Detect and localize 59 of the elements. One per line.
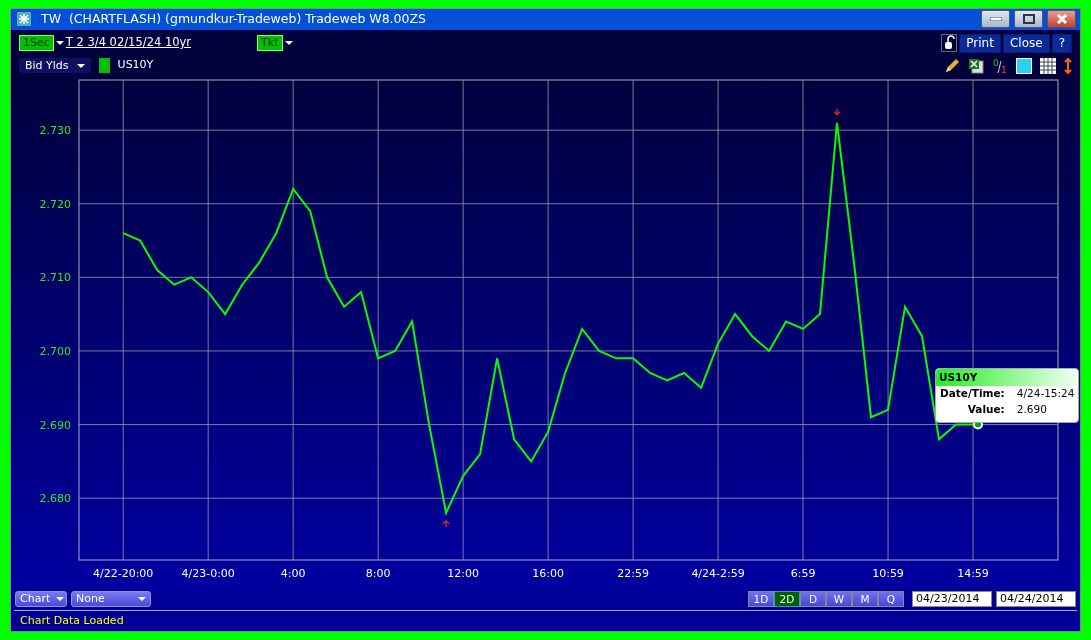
maximize-button[interactable]: [1014, 10, 1043, 29]
instrument-link[interactable]: T 2 3/4 02/15/24 10yr: [65, 34, 192, 52]
x-axis-label: 12:00: [447, 566, 479, 580]
square-icon[interactable]: [1016, 57, 1032, 74]
overlay-dropdown[interactable]: None: [71, 590, 151, 607]
range-button[interactable]: W: [826, 590, 852, 607]
maximize-icon: [1022, 14, 1035, 25]
interval-button[interactable]: 1Sec: [19, 35, 54, 52]
series-type-dropdown[interactable]: Bid Ylds: [19, 58, 91, 74]
minimize-button[interactable]: [981, 10, 1010, 29]
x-axis-label: 4/23-0:00: [181, 566, 235, 580]
range-button[interactable]: 2D: [774, 590, 800, 607]
y-axis-label: 2.690: [39, 418, 71, 432]
window-title: TW (CHARTFLASH) (gmundkur-Tradeweb) Tradeweb W8.00ZS: [41, 9, 427, 28]
x-axis-label: 10:59: [872, 566, 904, 580]
minimize-icon: [989, 17, 1002, 22]
x-axis-label: 22:59: [617, 566, 649, 580]
start-date-field[interactable]: 04/23/2014: [912, 590, 992, 607]
toolbar-button[interactable]: Close: [1002, 33, 1050, 53]
tooltip-value: 2.690: [1016, 402, 1048, 417]
y-axis-label: 2.680: [39, 491, 71, 505]
pencil-icon[interactable]: [944, 57, 960, 74]
x-axis-label: 8:00: [365, 566, 391, 580]
y-axis-label: 2.710: [39, 270, 71, 284]
dropdown-icon[interactable]: [55, 41, 64, 46]
x-axis-label: 16:00: [532, 566, 564, 580]
vertical-arrows-icon[interactable]: [1064, 57, 1072, 74]
close-button[interactable]: [1047, 10, 1076, 29]
x-axis-label: 4/24-2:59: [691, 566, 745, 580]
x-axis-label: 6:59: [790, 566, 816, 580]
x-axis-label: 4/22-20:00: [93, 566, 154, 580]
grid-icon[interactable]: [1040, 57, 1056, 74]
range-button[interactable]: Q: [878, 590, 904, 607]
dropdown-icon[interactable]: [284, 41, 293, 46]
y-axis-label: 2.700: [39, 344, 71, 358]
toolbar-button[interactable]: ?: [1051, 33, 1072, 53]
lock-icon[interactable]: [941, 34, 958, 53]
tooltip-label: Date/Time:: [940, 386, 1005, 402]
y-axis-label: 2.730: [39, 123, 71, 137]
ticket-button[interactable]: Tkt: [257, 35, 283, 52]
x-axis-label: 14:59: [957, 566, 989, 580]
spreadsheet-icon[interactable]: [968, 57, 984, 74]
legend-label: US10Y: [117, 57, 154, 74]
app-icon: [17, 12, 31, 27]
end-date-field[interactable]: 04/24/2014: [996, 590, 1076, 607]
range-button[interactable]: 1D: [748, 590, 774, 607]
y-axis-label: 2.720: [39, 197, 71, 211]
status-text: Chart Data Loaded: [14, 609, 1077, 631]
tooltip-label: Value:: [966, 402, 1005, 417]
chart-type-dropdown[interactable]: Chart: [15, 590, 67, 607]
range-button[interactable]: D: [800, 590, 826, 607]
tooltip-title: US10Y: [936, 368, 1079, 387]
tooltip-value: 4/24-15:24: [1016, 386, 1075, 402]
low-marker-icon: [442, 519, 450, 527]
high-marker-icon: [833, 107, 841, 116]
range-button[interactable]: M: [852, 590, 878, 607]
x-axis-label: 4:00: [280, 566, 306, 580]
toolbar-button[interactable]: Print: [959, 33, 1001, 53]
close-icon: [1055, 14, 1068, 25]
